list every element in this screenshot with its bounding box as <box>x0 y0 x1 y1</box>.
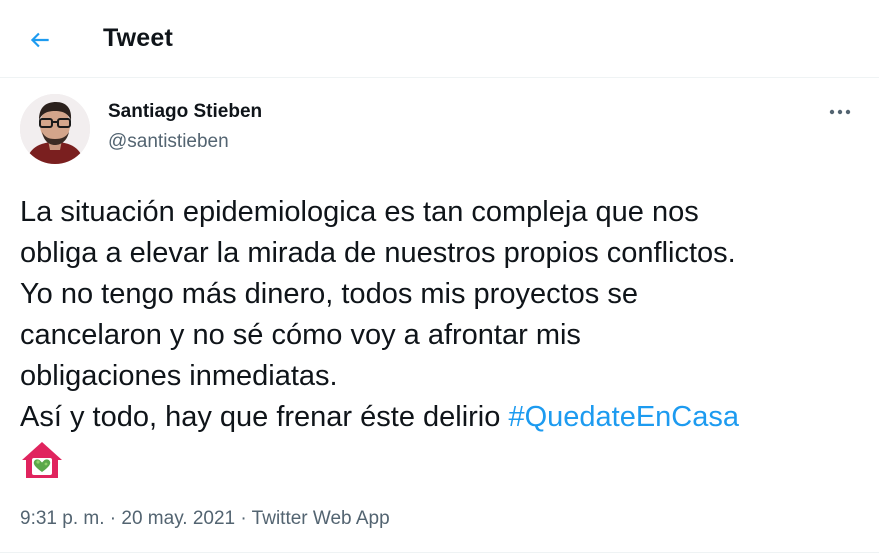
page-title: Tweet <box>103 24 173 52</box>
author-handle[interactable]: @santistieben <box>108 131 229 153</box>
tweet-line: Yo no tengo más dinero, todos mis proyec… <box>20 278 638 310</box>
meta-separator: · <box>104 508 122 529</box>
ellipsis-icon <box>829 109 851 115</box>
house-with-heart-emoji <box>22 442 62 478</box>
profile-photo <box>20 94 90 164</box>
tweet-time[interactable]: 9:31 p. m. <box>20 508 105 529</box>
tweet-metadata: 9:31 p. m. · 20 may. 2021 · Twitter Web … <box>20 508 390 530</box>
arrow-left-icon <box>30 32 49 48</box>
tweet-line: obligaciones inmediatas. <box>20 360 338 392</box>
tweet-line: cancelaron y no sé cómo voy a afrontar m… <box>20 319 581 351</box>
header-bar: Tweet <box>0 0 879 78</box>
back-button[interactable] <box>22 22 58 58</box>
tweet-last-text: Así y todo, hay que frenar éste delirio <box>20 401 509 433</box>
tweet-text: La situación epidemiologica es tan compl… <box>20 192 870 438</box>
hashtag-link[interactable]: #QuedateEnCasa <box>508 401 739 433</box>
divider <box>0 552 879 553</box>
tweet-date[interactable]: 20 may. 2021 <box>121 508 235 529</box>
avatar[interactable] <box>20 94 90 164</box>
meta-separator: · <box>235 508 252 529</box>
tweet-line: La situación epidemiologica es tan compl… <box>20 196 699 228</box>
tweet-line-last: Así y todo, hay que frenar éste delirio … <box>20 397 870 438</box>
tweet-source[interactable]: Twitter Web App <box>252 508 390 529</box>
more-options-button[interactable] <box>824 100 856 124</box>
tweet-line: obliga a elevar la mirada de nuestros pr… <box>20 237 736 269</box>
author-name[interactable]: Santiago Stieben <box>108 101 262 123</box>
